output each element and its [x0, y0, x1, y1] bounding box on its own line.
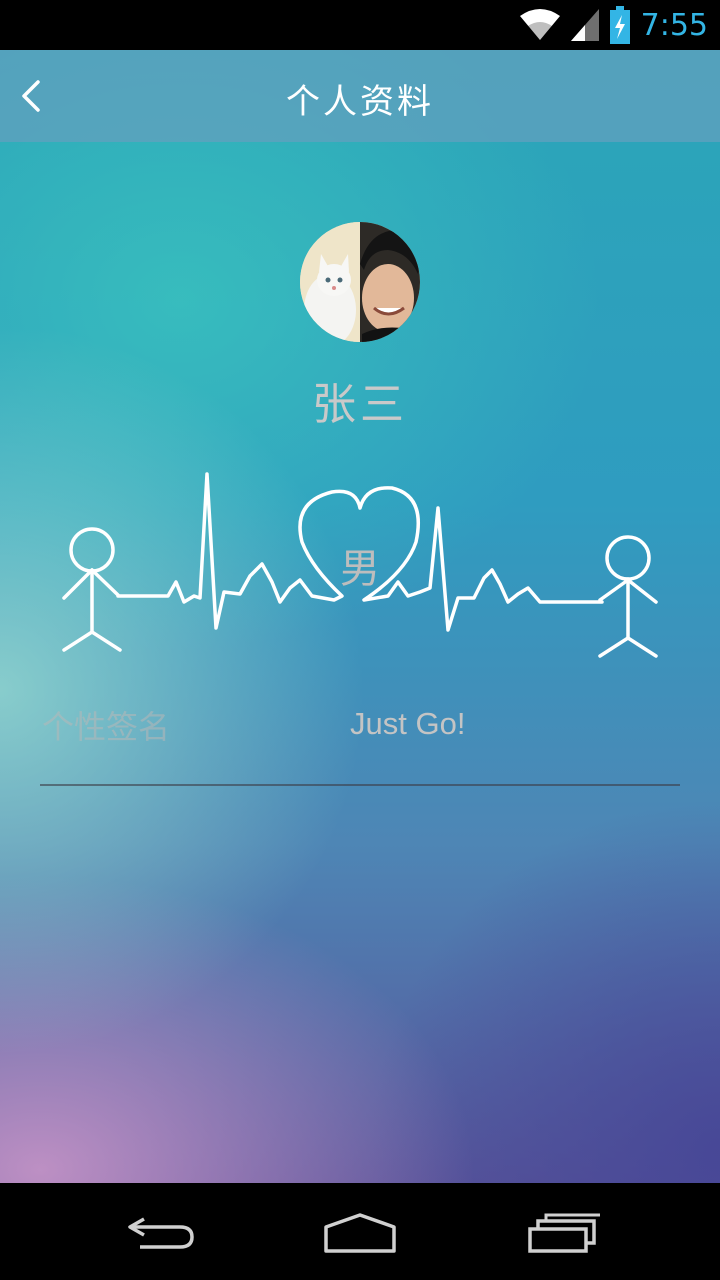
navigation-bar — [0, 1183, 720, 1280]
status-icons: 7:55 — [519, 0, 708, 50]
divider — [40, 784, 680, 786]
home-nav-button[interactable] — [320, 1205, 400, 1261]
avatar[interactable] — [300, 222, 420, 342]
signature-value[interactable]: Just Go! — [350, 706, 465, 742]
home-nav-icon — [324, 1213, 396, 1253]
avatar-image — [300, 222, 420, 342]
signature-label: 个性签名 — [42, 708, 171, 746]
user-name: 张三 — [312, 379, 408, 430]
back-nav-icon — [128, 1217, 194, 1249]
page-title: 个人资料 — [286, 82, 434, 122]
wifi-icon — [519, 9, 560, 40]
clock: 7:55 — [640, 7, 708, 43]
battery-charging-icon — [609, 6, 630, 44]
status-bar: 7:55 — [0, 0, 720, 50]
recents-nav-icon — [528, 1213, 600, 1253]
back-nav-button[interactable] — [122, 1205, 202, 1261]
profile-screen: 个人资料 张三 男 个性签名 Just Go! — [0, 50, 720, 1183]
signal-icon — [570, 9, 599, 41]
recents-nav-button[interactable] — [524, 1205, 604, 1261]
app-bar: 个人资料 — [0, 50, 720, 142]
gender-label: 男 — [340, 546, 380, 592]
